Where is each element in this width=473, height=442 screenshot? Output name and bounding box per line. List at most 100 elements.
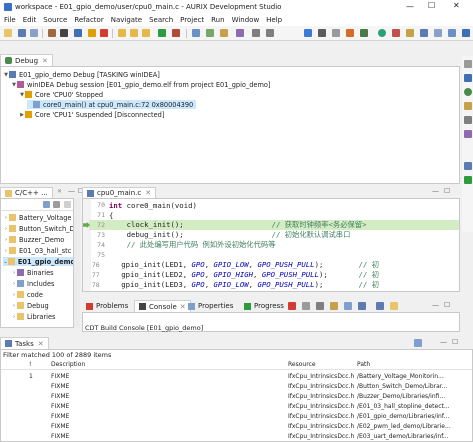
display-console-icon[interactable]	[376, 302, 384, 310]
debug-tree-item[interactable]: core0_main() at cpu0_main.c:72 0x8000439…	[27, 100, 197, 109]
run-icon[interactable]	[158, 29, 166, 37]
maximize-view-icon[interactable]: ☐	[444, 301, 450, 309]
project-item[interactable]: › Battery_Voltage	[3, 213, 71, 222]
back-icon[interactable]	[252, 29, 260, 37]
external-tools-icon[interactable]	[172, 29, 180, 37]
project-item[interactable]: › Libraries	[11, 312, 55, 321]
word-wrap-icon[interactable]	[344, 302, 352, 310]
minimize-view-icon[interactable]: —	[432, 187, 439, 195]
user-icon[interactable]	[346, 29, 354, 37]
editor-code[interactable]: 70 int core0_main(void) 71 { 72 clock_init…	[89, 199, 459, 291]
view-menu-icon[interactable]	[64, 201, 71, 208]
minimize-view-icon[interactable]	[464, 60, 472, 68]
perspective-icon[interactable]	[420, 29, 428, 37]
close-icon[interactable]: ✕	[38, 340, 44, 348]
table-row[interactable]: FIXME IfxCpu_IntrinsicsDcc.h /E01_03_hal…	[1, 401, 472, 411]
step-over-icon[interactable]	[130, 29, 138, 37]
debug-tree-item[interactable]: ▼ Core 'CPU0' Stopped	[19, 90, 103, 99]
scroll-lock-icon[interactable]	[330, 302, 338, 310]
open-console-icon[interactable]	[390, 302, 398, 310]
perspective-icon[interactable]	[462, 29, 470, 37]
terminate-icon[interactable]	[288, 302, 296, 310]
breakpoints-icon[interactable]	[464, 88, 472, 96]
filter-icon[interactable]	[414, 339, 422, 347]
step-into-icon[interactable]	[118, 29, 126, 37]
tab-properties[interactable]: Properties	[184, 300, 237, 312]
table-row[interactable]: FIXME IfxCpu_IntrinsicsDcc.h /E03_uart_d…	[1, 431, 472, 441]
project-item[interactable]: › Binaries	[11, 268, 54, 277]
build-icon[interactable]	[48, 29, 56, 37]
remove-launch-icon[interactable]	[302, 302, 310, 310]
annotation-icon[interactable]	[236, 29, 244, 37]
open-type-icon[interactable]	[206, 29, 214, 37]
perspective-icon[interactable]	[406, 29, 414, 37]
maximize-view-icon[interactable]: ☐	[444, 187, 450, 195]
close-icon[interactable]: ✕	[145, 189, 151, 197]
table-row[interactable]: FIXME IfxCpu_IntrinsicsDcc.h /E01_gpio_d…	[1, 411, 472, 421]
tab-console[interactable]: Console ✕	[134, 300, 191, 312]
menu-window[interactable]: Window	[232, 16, 260, 24]
table-row[interactable]: 1 FIXME IfxCpu_IntrinsicsDcc.h /Battery_…	[1, 371, 472, 381]
pin-console-icon[interactable]	[358, 302, 366, 310]
debug-icon[interactable]	[74, 29, 82, 37]
registers-icon[interactable]	[464, 116, 472, 124]
expressions-icon[interactable]	[464, 102, 472, 110]
tab-tasks[interactable]: Tasks ✕	[0, 337, 49, 349]
lock-icon[interactable]	[360, 29, 368, 37]
collapse-all-icon[interactable]	[43, 201, 50, 208]
project-item-selected[interactable]: ⌄ E01_gpio_demo	[3, 257, 73, 266]
table-row[interactable]: FIXME IfxCpu_IntrinsicsDcc.h /Button_Swi…	[1, 381, 472, 391]
menu-run[interactable]: Run	[211, 16, 224, 24]
table-row[interactable]: FIXME IfxCpu_IntrinsicsDcc.h /E02_pwm_le…	[1, 421, 472, 431]
project-scrollbar[interactable]	[74, 198, 80, 328]
settings-icon[interactable]	[332, 29, 340, 37]
flash-icon[interactable]	[304, 29, 312, 37]
project-item[interactable]: › code	[11, 290, 43, 299]
project-item[interactable]: › Button_Switch_D	[3, 224, 73, 233]
new-icon[interactable]	[4, 29, 12, 37]
variables-icon[interactable]	[464, 74, 472, 82]
menu-file[interactable]: File	[4, 16, 16, 24]
menu-refactor[interactable]: Refactor	[74, 16, 103, 24]
terminate-icon[interactable]	[100, 29, 108, 37]
project-item[interactable]: › Includes	[11, 279, 54, 288]
terminal-icon[interactable]	[60, 29, 68, 37]
column-header-path[interactable]: Path	[357, 361, 370, 368]
tab-cpu0-main[interactable]: cpu0_main.c ✕	[82, 187, 157, 198]
minimize-view-icon[interactable]: —	[432, 301, 439, 309]
perspective-icon[interactable]	[434, 29, 442, 37]
tab-debug[interactable]: Debug ✕	[0, 54, 53, 66]
menu-navigate[interactable]: Navigate	[111, 16, 142, 24]
project-item[interactable]: › E01_03_hall_stc	[3, 246, 71, 255]
perspective-icon[interactable]	[448, 29, 456, 37]
tab-problems[interactable]: Problems	[82, 300, 132, 312]
tab-project-explorer[interactable]: C/C++ ...	[0, 187, 53, 198]
menu-help[interactable]: Help	[266, 16, 282, 24]
debug-tree-item[interactable]: ▶ Core 'CPU1' Suspended [Disconnected]	[19, 110, 164, 119]
modules-icon[interactable]	[464, 130, 472, 138]
step-return-icon[interactable]	[142, 29, 150, 37]
close-button[interactable]: ✕	[453, 1, 460, 10]
minimize-view-icon[interactable]: —	[440, 338, 447, 346]
close-icon[interactable]: ✕	[42, 57, 48, 65]
maximize-view-icon[interactable]: ☐	[452, 338, 458, 346]
debug-tree-item[interactable]: ▼ E01_gpio_demo Debug [TASKING winIDEA]	[3, 70, 160, 79]
close-icon[interactable]: ✕	[57, 188, 62, 195]
table-row[interactable]: FIXME IfxCpu_IntrinsicsDcc.h /Buzzer_Dem…	[1, 391, 472, 401]
menu-project[interactable]: Project	[180, 16, 204, 24]
menu-search[interactable]: Search	[149, 16, 173, 24]
project-item[interactable]: › Buzzer_Demo	[3, 235, 64, 244]
chip-icon[interactable]	[318, 29, 326, 37]
shield-icon[interactable]	[378, 29, 386, 37]
save-icon[interactable]	[18, 29, 26, 37]
outline-icon[interactable]	[464, 162, 472, 170]
column-header-resource[interactable]: Resource	[288, 361, 316, 368]
link-editor-icon[interactable]	[53, 201, 60, 208]
menu-source[interactable]: Source	[43, 16, 67, 24]
save-all-icon[interactable]	[30, 29, 38, 37]
open-task-icon[interactable]	[220, 29, 228, 37]
column-header-priority[interactable]: !	[29, 361, 31, 368]
project-item[interactable]: › Debug	[11, 301, 49, 310]
minimize-button[interactable]: —	[406, 2, 414, 11]
debug-tree-item[interactable]: ▼ winIDEA Debug session [E01_gpio_demo.e…	[11, 80, 270, 89]
